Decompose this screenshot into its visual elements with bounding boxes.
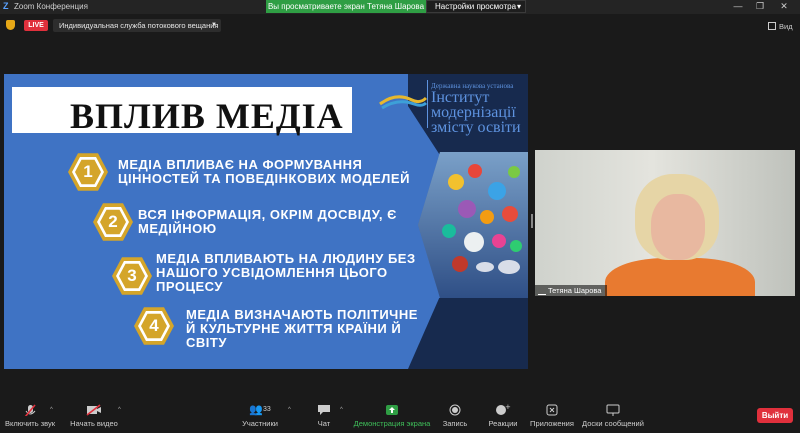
participants-icon: 👥33: [249, 404, 271, 416]
slide-title: ВПЛИВ МЕДІА: [70, 96, 344, 136]
zoom-logo-icon: Z: [3, 1, 9, 11]
institute-wave-logo-icon: [379, 95, 428, 110]
slide-title-box: ВПЛИВ МЕДІА: [12, 87, 352, 136]
chat-bubble-icon: [318, 405, 330, 415]
whiteboard-icon: [606, 404, 620, 416]
apps-button[interactable]: Приложения: [530, 398, 574, 433]
point-3-hexagon: 3: [112, 257, 152, 295]
chevron-down-icon: ▾: [516, 2, 521, 11]
unmute-label: Включить звук: [4, 419, 56, 428]
share-screen-label: Демонстрация экрана: [353, 419, 431, 428]
chevron-down-icon: ▼: [211, 22, 217, 28]
slide-corner-bottom: [408, 298, 528, 369]
restore-icon[interactable]: ❐: [750, 0, 770, 13]
chat-caret-icon[interactable]: ^: [340, 407, 343, 413]
record-button[interactable]: Запись: [440, 398, 470, 433]
apps-label: Приложения: [530, 419, 574, 428]
point-2-hexagon: 2: [93, 203, 133, 241]
participant-video[interactable]: [535, 150, 795, 296]
chat-label: Чат: [317, 419, 331, 428]
shared-screen-slide: ВПЛИВ МЕДІА Державна наукова установа Ін…: [4, 74, 528, 369]
point-1-text: МЕДІА ВПЛИВАЄ НА ФОРМУВАННЯ ЦІННОСТЕЙ ТА …: [118, 157, 410, 186]
reactions-button[interactable]: + Реакции: [487, 398, 519, 433]
point-2-text: ВСЯ ІНФОРМАЦІЯ, ОКРІМ ДОСВІДУ, Є МЕДІЙНОЮ: [138, 207, 397, 236]
minimize-icon[interactable]: —: [728, 0, 748, 13]
svg-text:+: +: [505, 404, 511, 411]
participants-caret-icon[interactable]: ^: [288, 407, 291, 413]
screen-share-banner: Вы просматриваете экран Тетяна Шарова: [266, 0, 426, 13]
exit-meeting-button[interactable]: Выйти: [757, 408, 793, 423]
video-options-caret-icon[interactable]: ^: [118, 407, 121, 413]
security-shield-icon[interactable]: [6, 20, 15, 30]
video-off-icon: [86, 404, 101, 416]
participants-button[interactable]: 👥33 Участники: [238, 398, 282, 433]
stream-service-dropdown[interactable]: Индивидуальная служба потокового вещания…: [53, 19, 221, 32]
live-badge[interactable]: LIVE: [24, 20, 48, 31]
record-label: Запись: [442, 419, 468, 428]
view-options-dropdown[interactable]: Настройки просмотра ▾: [426, 0, 526, 13]
unmute-button[interactable]: Включить звук: [2, 398, 58, 433]
app-title: Zoom Конференция: [14, 2, 88, 11]
view-options-label: Настройки просмотра: [435, 2, 517, 11]
share-screen-arrow-icon: [386, 405, 398, 415]
point-4-text: МЕДІА ВИЗНАЧАЮТЬ ПОЛІТИЧНЕ Й КУЛЬТУРНЕ ЖИ…: [186, 307, 418, 350]
participant-name: Тетяна Шарова: [548, 286, 602, 295]
panel-resize-handle[interactable]: [531, 214, 533, 228]
apps-icon: [546, 404, 558, 416]
participant-name-tag: Тетяна Шарова: [535, 285, 607, 296]
reactions-label: Реакции: [488, 419, 518, 428]
whiteboards-button[interactable]: Доски сообщений: [582, 398, 644, 433]
record-icon: [449, 404, 461, 416]
institute-line4: змісту освіти: [431, 119, 521, 136]
institute-line2: Інститут: [431, 89, 490, 106]
institute-divider: [427, 80, 428, 128]
social-media-cloud-image: [418, 152, 528, 298]
start-video-label: Начать видео: [70, 419, 118, 428]
institute-line3: модернізації: [431, 104, 516, 121]
point-4-hexagon: 4: [134, 307, 174, 345]
close-icon[interactable]: ✕: [774, 0, 794, 13]
chat-button[interactable]: Чат: [310, 398, 338, 433]
grid-icon: [768, 22, 776, 30]
participants-count: 33: [262, 406, 271, 413]
institute-logo-text: Державна наукова установа Інститут модер…: [431, 82, 528, 136]
window-titlebar: Z Zoom Конференция Вы просматриваете экр…: [0, 0, 800, 14]
point-3-text: МЕДІА ВПЛИВАЮТЬ НА ЛЮДИНУ БЕЗ НАШОГО УСВІ…: [156, 251, 416, 294]
muted-microphone-icon: [24, 404, 36, 416]
start-video-button[interactable]: Начать видео: [68, 398, 120, 433]
participants-label: Участники: [242, 419, 278, 428]
meeting-top-row: LIVE Индивидуальная служба потокового ве…: [0, 16, 800, 36]
view-button[interactable]: Вид: [768, 22, 793, 31]
point-1-hexagon: 1: [68, 153, 108, 191]
view-label: Вид: [779, 22, 793, 31]
share-screen-button[interactable]: Демонстрация экрана: [352, 398, 432, 433]
whiteboards-label: Доски сообщений: [582, 419, 644, 428]
audio-options-caret-icon[interactable]: ^: [50, 407, 53, 413]
meeting-toolbar: Включить звук ^ Начать видео ^ 👥33 Участ…: [0, 398, 800, 433]
reaction-smiley-icon: +: [496, 404, 511, 415]
signal-bars-icon: [538, 288, 546, 295]
stream-service-label: Индивидуальная служба потокового вещания: [59, 21, 219, 30]
